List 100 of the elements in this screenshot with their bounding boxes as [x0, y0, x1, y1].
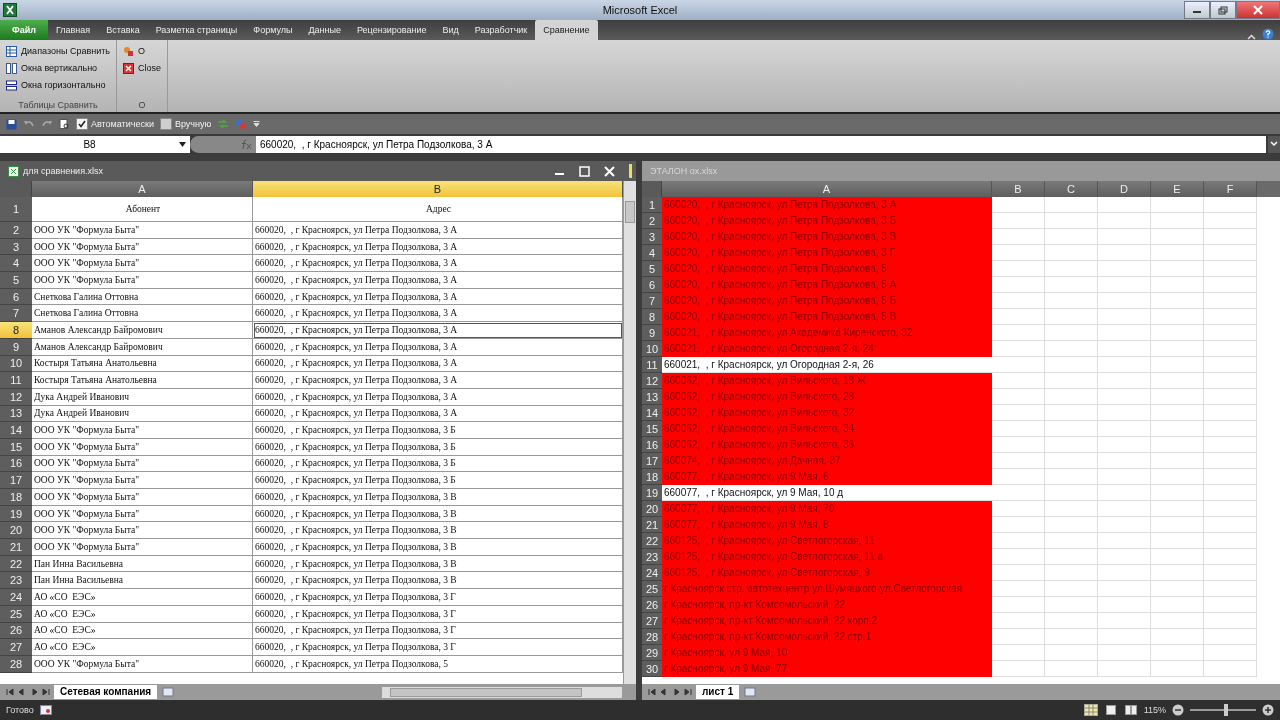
ribbon-tab[interactable]: Вставка [98, 20, 148, 40]
sheet-navigation-icon[interactable] [648, 688, 692, 696]
row-header[interactable]: 28 [642, 629, 662, 645]
restore-button[interactable] [1210, 1, 1236, 19]
row-header[interactable]: 11 [0, 372, 32, 389]
row-header[interactable]: 25 [642, 581, 662, 597]
expand-icon[interactable] [1268, 136, 1280, 153]
row-header[interactable]: 19 [642, 485, 662, 501]
zoom-slider-thumb[interactable] [1224, 704, 1229, 716]
row-header[interactable]: 30 [642, 661, 662, 677]
zoom-in-icon[interactable] [1262, 704, 1274, 716]
zoom-out-icon[interactable] [1172, 704, 1184, 716]
ribbon-tab[interactable]: Разметка страницы [147, 20, 246, 40]
row-header[interactable]: 22 [642, 533, 662, 549]
row-header[interactable]: 18 [642, 469, 662, 485]
sheet-tab[interactable]: Сетевая компания [54, 685, 158, 699]
row-header[interactable]: 7 [0, 305, 32, 323]
row-header[interactable]: 5 [0, 272, 32, 289]
row-header[interactable]: 29 [642, 645, 662, 661]
close-icon[interactable] [604, 165, 615, 177]
ribbon-button[interactable]: Диапазоны Сравнить [4, 43, 112, 59]
row-header[interactable]: 11 [642, 357, 662, 373]
vertical-scrollbar[interactable] [623, 181, 636, 684]
ribbon-tab[interactable]: Главная [47, 20, 99, 40]
row-header[interactable]: 23 [0, 572, 32, 590]
row-header[interactable]: 3 [642, 229, 662, 245]
chevron-up-icon[interactable] [1247, 34, 1256, 40]
new-sheet-icon[interactable] [743, 687, 758, 697]
page-break-icon[interactable] [1123, 704, 1138, 716]
row-header[interactable]: 16 [642, 437, 662, 453]
dropdown-caret-icon[interactable] [253, 121, 261, 127]
help-icon[interactable] [1262, 28, 1274, 40]
row-header[interactable]: 27 [0, 639, 32, 656]
row-header[interactable]: 21 [642, 517, 662, 533]
column-header[interactable]: A [662, 181, 992, 197]
column-header[interactable]: B [992, 181, 1045, 197]
row-header[interactable]: 8 [642, 309, 662, 325]
row-header[interactable]: 7 [642, 293, 662, 309]
row-header[interactable]: 23 [642, 549, 662, 565]
maximize-icon[interactable] [579, 165, 590, 177]
row-header[interactable]: 18 [0, 489, 32, 506]
row-header[interactable]: 15 [642, 421, 662, 437]
row-header[interactable]: 20 [0, 522, 32, 540]
row-header[interactable]: 2 [0, 222, 32, 239]
row-header[interactable]: 20 [642, 501, 662, 517]
macro-record-icon[interactable] [39, 705, 52, 715]
row-header[interactable]: 21 [0, 539, 32, 556]
row-header[interactable]: 27 [642, 613, 662, 629]
close-button[interactable] [1236, 1, 1280, 19]
row-header[interactable]: 1 [642, 197, 662, 213]
row-header[interactable]: 26 [642, 597, 662, 613]
print-preview-icon[interactable] [59, 118, 70, 130]
row-header[interactable]: 1 [0, 197, 32, 222]
colors-icon[interactable] [235, 118, 248, 130]
zoom-level[interactable]: 115% [1143, 705, 1166, 715]
normal-view-icon[interactable] [1083, 704, 1098, 716]
ribbon-button[interactable]: О [121, 43, 163, 59]
column-header[interactable]: C [1045, 181, 1098, 197]
ribbon-tab[interactable]: Файл [0, 20, 48, 40]
checkbox[interactable] [76, 118, 88, 130]
ribbon-tab[interactable]: Данные [300, 20, 349, 40]
row-header[interactable]: 14 [642, 405, 662, 421]
row-header[interactable]: 2 [642, 213, 662, 229]
horizontal-scrollbar[interactable] [382, 686, 622, 698]
save-icon[interactable] [6, 118, 17, 130]
row-header[interactable]: 24 [642, 565, 662, 581]
row-header[interactable]: 5 [642, 261, 662, 277]
row-header[interactable]: 8 [0, 322, 32, 339]
row-header[interactable]: 9 [642, 325, 662, 341]
checkbox[interactable] [159, 118, 172, 130]
page-layout-icon[interactable] [1103, 704, 1118, 716]
row-header[interactable]: 10 [642, 341, 662, 357]
new-sheet-icon[interactable] [161, 687, 176, 697]
column-header[interactable]: D [1098, 181, 1151, 197]
minimize-button[interactable] [1184, 1, 1210, 19]
column-header[interactable]: A [32, 181, 253, 197]
row-header[interactable]: 24 [0, 589, 32, 606]
sheet-navigation-icon[interactable] [6, 688, 50, 696]
name-box[interactable]: B8 [0, 136, 190, 153]
column-header[interactable]: F [1204, 181, 1257, 197]
formula-field[interactable]: 660020, , г Красноярск, ул Петра Подзолкова, 3 А [256, 136, 1266, 153]
row-header[interactable]: 17 [0, 472, 32, 489]
column-header[interactable]: B [253, 181, 623, 197]
ribbon-button[interactable]: Окна горизонтально [4, 77, 112, 93]
column-header[interactable]: E [1151, 181, 1204, 197]
ribbon-tab[interactable]: Формулы [245, 20, 301, 40]
row-header[interactable]: 13 [642, 389, 662, 405]
ribbon-button[interactable]: Close [121, 60, 163, 76]
row-header[interactable]: 14 [0, 422, 32, 439]
ribbon-tab[interactable]: Вид [434, 20, 467, 40]
sheet-tab[interactable]: лист 1 [696, 685, 740, 699]
ribbon-tab[interactable]: Сравнение [535, 20, 598, 40]
row-header[interactable]: 4 [642, 245, 662, 261]
ribbon-button[interactable]: Окна вертикально [4, 60, 112, 76]
ribbon-tab[interactable]: Разработчик [466, 20, 536, 40]
row-header[interactable]: 4 [0, 255, 32, 273]
row-header[interactable]: 12 [642, 373, 662, 389]
ribbon-tab[interactable]: Рецензирование [349, 20, 435, 40]
row-header[interactable]: 17 [642, 453, 662, 469]
row-header[interactable]: 6 [642, 277, 662, 293]
